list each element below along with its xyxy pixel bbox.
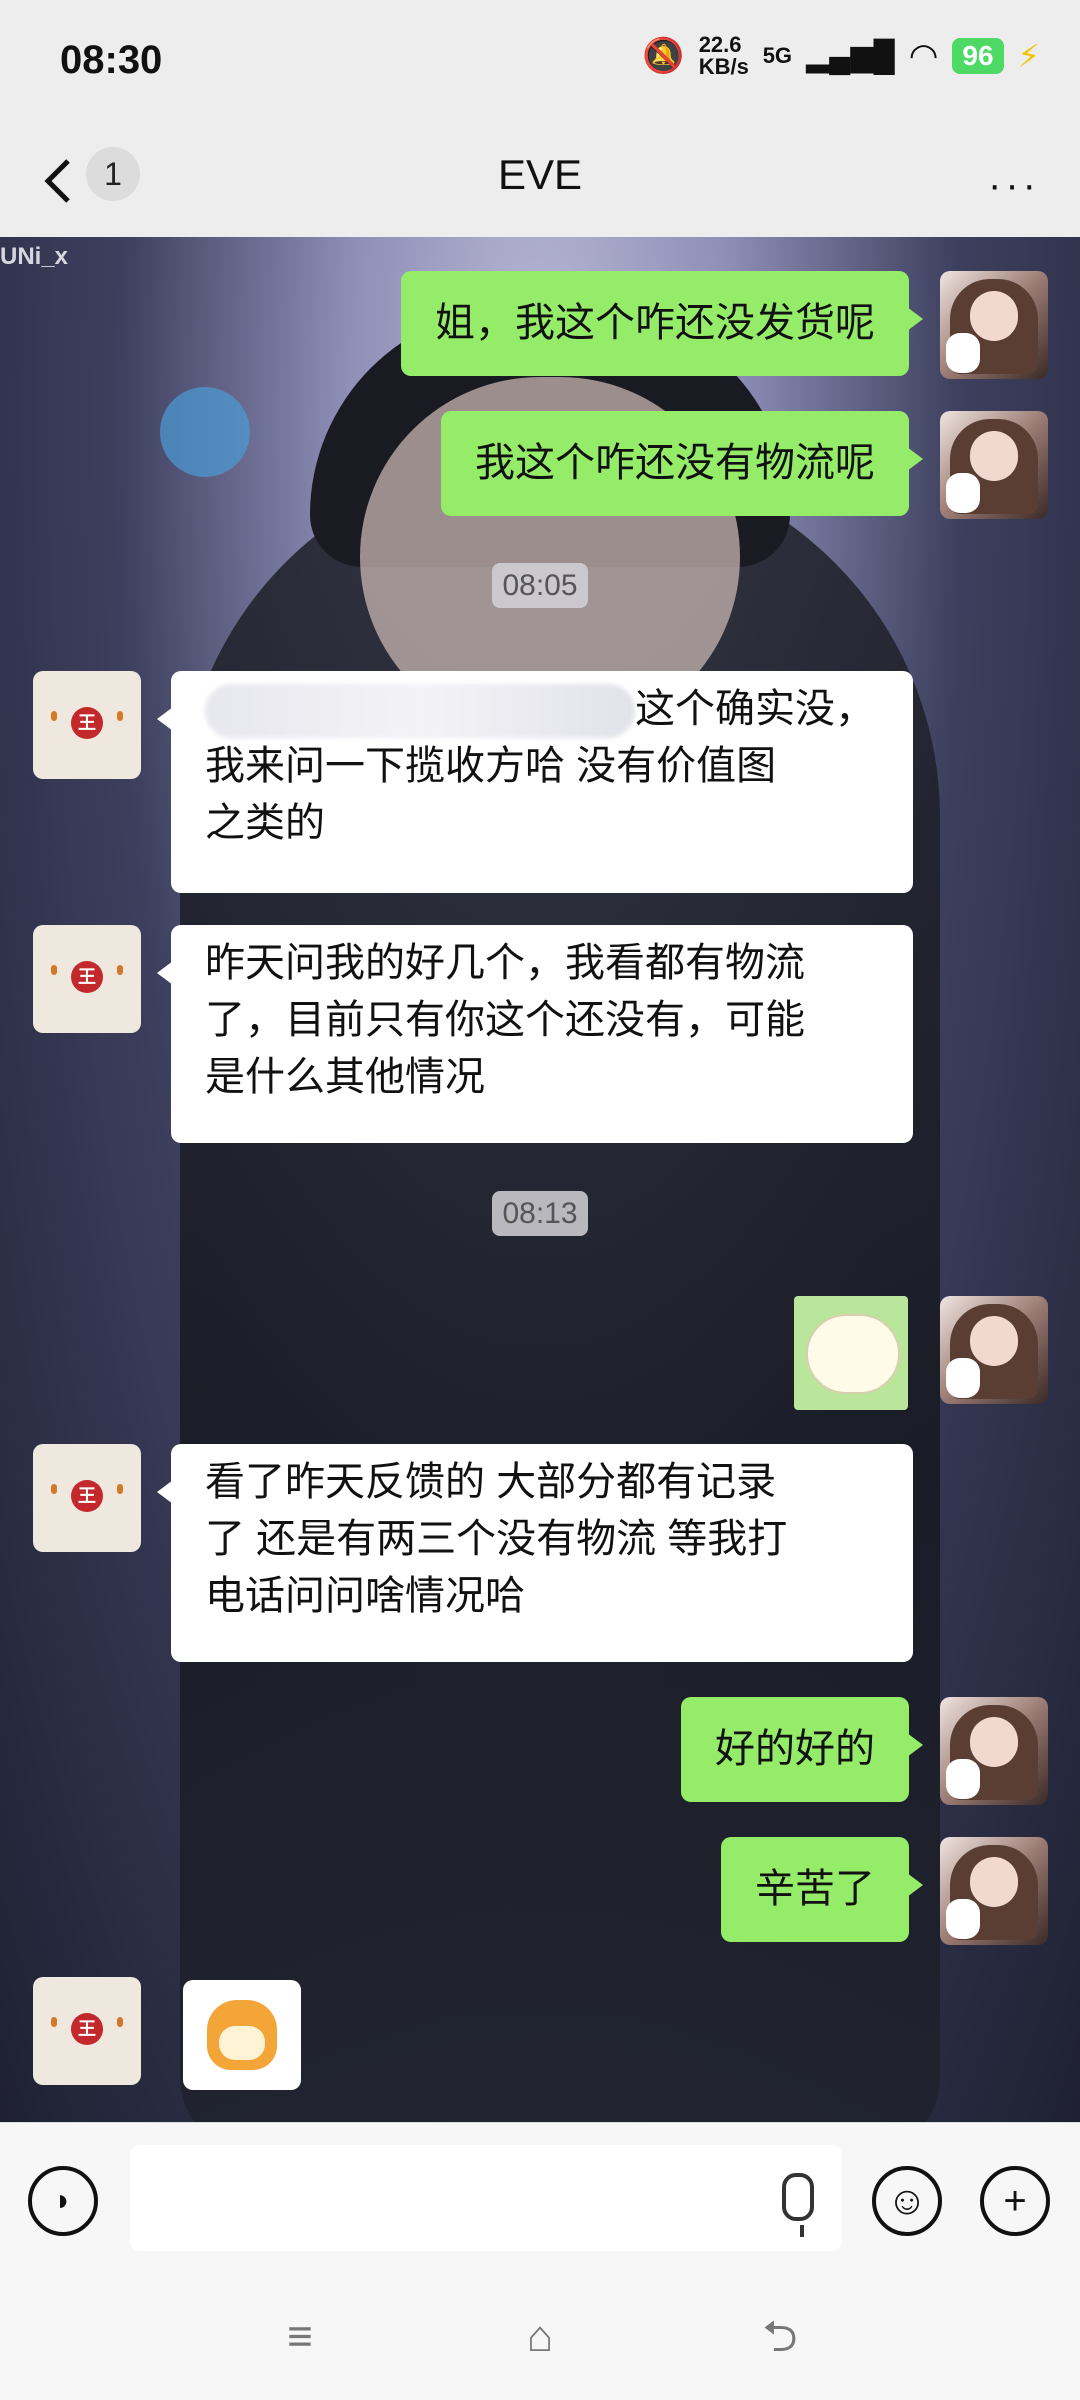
blurred-text [205,684,635,739]
my-avatar[interactable] [940,411,1048,519]
menu-icon[interactable]: ≡ [270,2312,330,2362]
status-icons: 🔕 22.6 KB/s 5G ▂▄▆█ ◠ 96 ⚡ [642,34,1040,78]
my-avatar[interactable] [940,1697,1048,1805]
doge-sticker[interactable] [183,1980,301,2090]
battery-level: 96 [952,38,1004,74]
input-bar: ◗ ☺ + [0,2122,1080,2279]
chat-title: EVE [497,151,583,198]
contact-avatar[interactable]: 王 [33,1977,141,2085]
chat-header: 1 EVE ··· [0,125,1080,237]
message-bubble-sent[interactable]: 姐，我这个咋还没发货呢 [401,271,923,376]
contact-avatar[interactable]: 王 [33,671,141,779]
voice-icon[interactable]: ◗ [28,2166,98,2236]
status-time: 08:30 [60,38,163,82]
mic-icon[interactable] [782,2173,814,2221]
mute-icon: 🔕 [642,37,685,75]
signal-label: 5G [762,43,793,68]
plus-icon[interactable]: + [980,2166,1050,2236]
net-speed: 22.6 KB/s [698,32,749,79]
more-options-icon[interactable]: ··· [988,163,1040,208]
status-bar: 08:30 🔕 22.6 KB/s 5G ▂▄▆█ ◠ 96 ⚡ [0,0,1080,125]
my-avatar[interactable] [940,271,1048,379]
home-icon[interactable]: ⌂ [510,2312,570,2362]
signal-icon: ▂▄▆█ [806,39,895,73]
message-bubble-sent[interactable]: 辛苦了 [721,1837,923,1942]
hamster-sticker[interactable] [794,1296,908,1410]
message-bubble-sent[interactable]: 好的好的 [681,1697,923,1802]
back-nav-icon[interactable]: ⮌ [750,2312,810,2362]
message-bubble-received[interactable]: 看了昨天反馈的 大部分都有记录 了 还是有两三个没有物流 等我打 电话问问啥情况… [157,1444,913,1662]
my-avatar[interactable] [940,1296,1048,1404]
wifi-icon: ◠ [908,37,939,75]
contact-avatar[interactable]: 王 [33,1444,141,1552]
background-light [160,387,250,477]
background-watermark: UNi_x [0,243,69,270]
my-avatar[interactable] [940,1837,1048,1945]
message-bubble-received[interactable]: 这个确实没， 我来问一下揽收方哈 没有价值图 之类的 [157,671,913,893]
timestamp: 08:05 [0,563,1080,608]
charging-icon: ⚡ [1017,38,1040,74]
message-bubble-sent[interactable]: 我这个咋还没有物流呢 [441,411,923,516]
timestamp: 08:13 [0,1191,1080,1236]
contact-avatar[interactable]: 王 [33,925,141,1033]
emoji-icon[interactable]: ☺ [872,2166,942,2236]
message-bubble-received[interactable]: 昨天问我的好几个，我看都有物流 了，目前只有你这个还没有，可能 是什么其他情况 [157,925,913,1143]
chat-area[interactable]: UNi_x 姐，我这个咋还没发货呢 我这个咋还没有物流呢 08:05 王 这个确… [0,237,1080,2122]
message-input[interactable] [130,2145,842,2251]
system-nav-bar: ≡ ⌂ ⮌ [0,2278,1080,2400]
mic-stem [800,2225,804,2237]
